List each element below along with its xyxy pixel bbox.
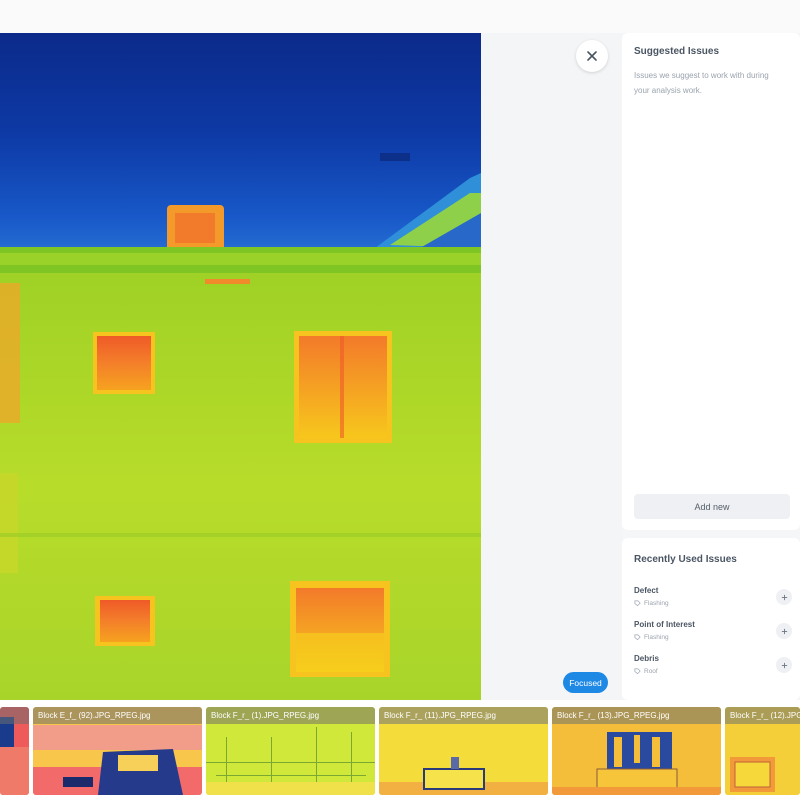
issue-category: Roof xyxy=(634,668,658,675)
tag-icon xyxy=(634,668,641,675)
issue-category-label: Roof xyxy=(644,668,658,675)
thermal-image xyxy=(0,33,481,700)
issue-name: Debris xyxy=(634,654,659,663)
recently-used-issues-panel: Recently Used Issues Defect Flashing Poi… xyxy=(622,538,800,700)
issue-name: Defect xyxy=(634,586,659,595)
tag-icon xyxy=(634,634,641,641)
issue-category-label: Flashing xyxy=(644,634,669,641)
add-issue-button[interactable] xyxy=(776,657,792,673)
thumbnail-label: Block F_r_ (11).JPG_RPEG.jpg xyxy=(379,707,548,724)
close-button[interactable] xyxy=(576,40,608,72)
suggested-issues-panel: Suggested Issues Issues we suggest to wo… xyxy=(622,33,800,530)
plus-icon xyxy=(781,628,787,634)
issue-category: Flashing xyxy=(634,634,669,641)
thumbnail[interactable] xyxy=(0,707,29,795)
recent-issue-item[interactable]: Defect Flashing xyxy=(634,586,792,616)
plus-icon xyxy=(781,662,787,668)
thumbnail-label: Block E_f_ (92).JPG_RPEG.jpg xyxy=(33,707,202,724)
close-icon xyxy=(587,51,597,61)
thumbnail[interactable]: Block F_r_ (13).JPG_RPEG.jpg xyxy=(552,707,721,795)
add-issue-button[interactable] xyxy=(776,589,792,605)
viewer-background xyxy=(481,33,622,700)
recently-used-issues-title: Recently Used Issues xyxy=(634,554,737,565)
recent-issue-item[interactable]: Debris Roof xyxy=(634,654,792,684)
top-bar xyxy=(0,0,800,33)
thumbnail[interactable]: Block F_r_ (11).JPG_RPEG.jpg xyxy=(379,707,548,795)
thumbnail-label: Block F_r_ (13).JPG_RPEG.jpg xyxy=(552,707,721,724)
thumbnail[interactable]: Block F_r_ (12).JPG_RPEG.jpg xyxy=(725,707,800,795)
thumbnail-label xyxy=(0,707,29,724)
focused-toggle-button[interactable]: Focused xyxy=(563,672,608,693)
tag-icon xyxy=(634,600,641,607)
thumbnail-label: Block F_r_ (12).JPG_RPEG.jpg xyxy=(725,707,800,724)
thermal-image-viewer[interactable] xyxy=(0,33,481,700)
add-new-issue-button[interactable]: Add new xyxy=(634,494,790,519)
recent-issue-item[interactable]: Point of Interest Flashing xyxy=(634,620,792,650)
thumbnail[interactable]: Block E_f_ (92).JPG_RPEG.jpg xyxy=(33,707,202,795)
thumbnail-label: Block F_r_ (1).JPG_RPEG.jpg xyxy=(206,707,375,724)
issue-name: Point of Interest xyxy=(634,620,695,629)
add-issue-button[interactable] xyxy=(776,623,792,639)
suggested-issues-description: Issues we suggest to work with during yo… xyxy=(634,71,769,95)
issue-category: Flashing xyxy=(634,600,669,607)
thumbnail[interactable]: Block F_r_ (1).JPG_RPEG.jpg xyxy=(206,707,375,795)
issue-category-label: Flashing xyxy=(644,600,669,607)
image-filmstrip[interactable]: Block E_f_ (92).JPG_RPEG.jpg Block F_r_ … xyxy=(0,700,800,800)
plus-icon xyxy=(781,594,787,600)
suggested-issues-title: Suggested Issues xyxy=(634,46,720,57)
